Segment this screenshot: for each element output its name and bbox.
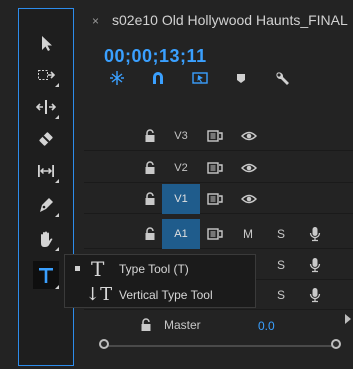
wrench-icon <box>276 72 289 85</box>
sync-lock-toggle[interactable] <box>204 121 226 151</box>
zoom-scrollbar-right-handle[interactable] <box>331 339 341 349</box>
lock-icon <box>145 129 155 142</box>
toggle-track-output[interactable] <box>238 121 260 151</box>
menu-item-label: Type Tool (T) <box>119 262 189 276</box>
type-icon: T <box>91 257 105 281</box>
track-label[interactable]: V2 <box>162 153 200 183</box>
snap-ripple-icon <box>110 71 124 85</box>
microphone-icon <box>309 258 321 273</box>
selection-arrow-icon <box>42 36 52 51</box>
pen-icon <box>40 198 53 212</box>
tools-panel <box>18 8 74 366</box>
track-label[interactable]: V1 <box>162 184 200 214</box>
menu-item-label: Vertical Type Tool <box>119 288 213 302</box>
razor-tool-button[interactable] <box>33 127 59 151</box>
voiceover-record-button[interactable] <box>304 219 326 249</box>
slip-icon <box>38 165 54 177</box>
lock-track-toggle[interactable] <box>140 121 160 151</box>
track-header-v2: V2 <box>84 153 353 183</box>
eye-icon <box>241 163 257 173</box>
more-tools-indicator <box>55 213 59 217</box>
track-select-tool-button[interactable] <box>33 63 59 87</box>
eye-icon <box>241 194 257 204</box>
solo-track-toggle[interactable]: S <box>270 250 292 280</box>
voiceover-record-button[interactable] <box>304 250 326 280</box>
eye-icon <box>241 131 257 141</box>
toggle-track-output[interactable] <box>238 153 260 183</box>
ripple-edit-icon <box>36 100 56 114</box>
microphone-icon <box>309 288 321 303</box>
hand-icon <box>41 231 53 247</box>
add-marker-button[interactable] <box>229 68 253 88</box>
type-tool-button[interactable] <box>33 261 59 289</box>
lock-track-toggle[interactable] <box>140 184 160 214</box>
snap-button[interactable] <box>146 68 170 88</box>
linked-selection-button[interactable] <box>188 68 212 88</box>
microphone-icon <box>309 227 321 242</box>
sync-lock-toggle[interactable] <box>204 153 226 183</box>
scroll-right-arrow-icon[interactable] <box>345 314 351 324</box>
magnet-icon <box>153 72 163 84</box>
more-tools-indicator <box>55 83 59 87</box>
snap-ripple-button[interactable] <box>105 68 129 88</box>
lock-icon <box>145 227 155 240</box>
type-icon <box>39 268 53 283</box>
lock-track-toggle[interactable] <box>140 219 160 249</box>
zoom-scrollbar-left-handle[interactable] <box>99 339 109 349</box>
more-tools-indicator <box>55 285 59 289</box>
lock-icon <box>145 192 155 205</box>
master-volume-value[interactable]: 0.0 <box>258 319 275 333</box>
solo-track-toggle[interactable]: S <box>270 280 292 310</box>
pen-tool-button[interactable] <box>33 193 59 217</box>
master-track-label: Master <box>164 318 201 332</box>
track-header-a1: A1 M S <box>84 219 353 249</box>
marker-icon <box>237 74 245 83</box>
razor-icon <box>39 132 53 146</box>
playhead-timecode[interactable]: 00;00;13;11 <box>104 46 207 67</box>
menu-item-vertical-type-tool[interactable]: ↓T Vertical Type Tool <box>65 282 255 308</box>
timeline-settings-button[interactable] <box>270 68 294 88</box>
more-tools-indicator <box>55 247 59 251</box>
slip-tool-button[interactable] <box>33 159 59 183</box>
selection-tool-button[interactable] <box>33 31 59 55</box>
voiceover-record-button[interactable] <box>304 280 326 310</box>
sync-lock-icon <box>207 228 223 240</box>
more-tools-indicator <box>55 179 59 183</box>
sync-lock-icon <box>207 162 223 174</box>
sequence-title[interactable]: s02e10 Old Hollywood Haunts_FINAL <box>112 12 348 28</box>
sync-lock-icon <box>207 130 223 142</box>
track-header-v3: V3 <box>84 121 353 151</box>
vertical-type-icon: ↓T <box>85 284 113 305</box>
track-header-v1: V1 <box>84 184 353 214</box>
lock-icon <box>145 161 155 174</box>
linked-selection-icon <box>192 72 208 84</box>
track-select-icon <box>38 70 56 80</box>
lock-icon <box>141 318 151 331</box>
lock-track-toggle[interactable] <box>140 153 160 183</box>
type-tool-flyout-menu: T Type Tool (T) ↓T Vertical Type Tool <box>64 254 256 308</box>
hand-tool-button[interactable] <box>33 227 59 251</box>
sync-lock-toggle[interactable] <box>204 219 226 249</box>
track-label[interactable]: V3 <box>162 121 200 151</box>
solo-track-toggle[interactable]: S <box>270 219 292 249</box>
mute-track-toggle[interactable]: M <box>234 219 262 249</box>
selected-bullet-icon <box>75 266 80 271</box>
sync-lock-toggle[interactable] <box>204 184 226 214</box>
master-lock-toggle[interactable] <box>140 318 152 335</box>
ripple-edit-tool-button[interactable] <box>33 95 59 119</box>
sync-lock-icon <box>207 193 223 205</box>
zoom-scrollbar-track[interactable] <box>104 345 336 347</box>
toggle-track-output[interactable] <box>238 184 260 214</box>
close-sequence-button[interactable]: × <box>92 14 99 28</box>
track-label[interactable]: A1 <box>162 219 200 249</box>
more-tools-indicator <box>55 115 59 119</box>
menu-item-type-tool[interactable]: T Type Tool (T) <box>65 256 255 282</box>
